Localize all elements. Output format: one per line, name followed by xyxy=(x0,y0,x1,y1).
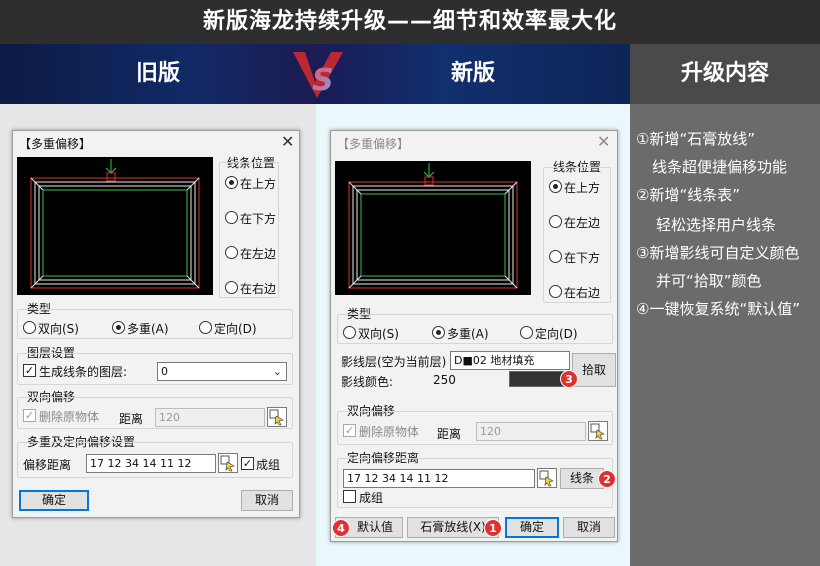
upgrade-item-2-detail: 轻松选择用户线条 xyxy=(656,216,777,234)
radio-type-directional[interactable] xyxy=(199,321,212,334)
position-right-label: 在右边 xyxy=(240,282,277,296)
group-label: 成组 xyxy=(359,491,384,505)
restore-default-label: 默认值 xyxy=(356,520,393,534)
cancel-button[interactable]: 取消 xyxy=(241,490,293,511)
type-bidirectional-label: 双向(S) xyxy=(38,322,79,336)
pick-color-button[interactable]: 拾取 xyxy=(572,353,616,387)
position-top-label: 在上方 xyxy=(564,181,601,195)
distance-label: 距离 xyxy=(437,427,462,441)
generate-layer-checkbox[interactable]: ✓ xyxy=(23,364,36,377)
radio-position-top[interactable] xyxy=(225,176,238,189)
upgrade-item-3-detail: 并可“拾取”颜色 xyxy=(656,272,762,290)
delete-original-checkbox[interactable]: ✓ xyxy=(23,409,36,422)
chevron-down-icon: ⌄ xyxy=(272,365,282,378)
group-checkbox[interactable]: ✓ xyxy=(241,457,254,470)
close-icon[interactable]: ✕ xyxy=(281,132,294,151)
distance-label: 距离 xyxy=(119,412,144,426)
position-top-label: 在上方 xyxy=(240,177,277,191)
group-label: 成组 xyxy=(256,458,281,472)
group-checkbox[interactable] xyxy=(343,490,356,503)
offset-distance-input[interactable]: 17 12 34 14 11 12 xyxy=(343,469,535,488)
badge-2: 2 xyxy=(598,470,616,488)
upgrade-content-header: 升级内容 xyxy=(630,44,820,104)
pick-cursor-icon xyxy=(590,423,605,440)
ok-button[interactable]: 确定 xyxy=(505,517,559,538)
pick-cursor-icon xyxy=(220,455,235,472)
generate-layer-label: 生成线条的图层: xyxy=(39,365,128,379)
close-icon[interactable]: ✕ xyxy=(597,132,610,151)
badge-3: 3 xyxy=(560,370,578,388)
delete-original-checkbox[interactable]: ✓ xyxy=(343,424,356,437)
upgrade-list: ①新增“石膏放线” 线条超便捷偏移功能 ②新增“线条表” 轻松选择用户线条 ③新… xyxy=(630,104,820,566)
hatch-layer-label: 影线层(空为当前层) xyxy=(341,355,447,369)
pick-cursor-icon xyxy=(539,470,554,487)
position-right-label: 在右边 xyxy=(564,286,601,300)
upgrade-item-1-detail: 线条超便捷偏移功能 xyxy=(652,158,788,176)
radio-type-bidirectional[interactable] xyxy=(23,321,36,334)
radio-type-directional[interactable] xyxy=(520,326,533,339)
radio-position-left[interactable] xyxy=(549,215,562,228)
old-version-header: 旧版 xyxy=(0,44,316,104)
badge-4: 4 xyxy=(332,519,350,537)
hatch-color-label: 影线颜色: xyxy=(341,375,394,389)
type-multiple-label: 多重(A) xyxy=(127,322,169,336)
badge-1: 1 xyxy=(484,519,502,537)
radio-position-top[interactable] xyxy=(549,180,562,193)
layer-select-value: 0 xyxy=(161,365,168,378)
radio-position-right[interactable] xyxy=(225,281,238,294)
dialog-title: 【多重偏移】 xyxy=(337,137,410,151)
page-title: 新版海龙持续升级——细节和效率最大化 xyxy=(0,0,820,44)
upgrade-item-3: ③新增影线可自定义颜色 xyxy=(636,244,800,262)
cancel-button[interactable]: 取消 xyxy=(563,517,615,538)
upgrade-item-4: ④一键恢复系统“默认值” xyxy=(636,300,800,318)
type-directional-label: 定向(D) xyxy=(535,327,578,341)
distance-input[interactable]: 120 xyxy=(476,422,586,441)
position-left-label: 在左边 xyxy=(564,216,601,230)
radio-position-left[interactable] xyxy=(225,246,238,259)
delete-original-label: 删除原物体 xyxy=(39,410,100,424)
type-directional-label: 定向(D) xyxy=(214,322,257,336)
upgrade-item-2: ②新增“线条表” xyxy=(636,186,740,204)
offset-distance-input[interactable]: 17 12 34 14 11 12 xyxy=(86,454,216,473)
position-bottom-label: 在下方 xyxy=(564,251,601,265)
offset-preview xyxy=(335,161,531,295)
radio-position-bottom[interactable] xyxy=(225,211,238,224)
new-version-header: 新版 xyxy=(316,44,630,104)
pick-distance-button[interactable] xyxy=(588,421,608,441)
svg-text:S: S xyxy=(312,63,334,98)
position-left-label: 在左边 xyxy=(240,247,277,261)
hatch-layer-input[interactable]: D■02 地材填充 xyxy=(450,351,570,370)
upgrade-item-1: ①新增“石膏放线” xyxy=(636,130,755,148)
pick-distance-button[interactable] xyxy=(267,407,287,427)
type-bidirectional-label: 双向(S) xyxy=(358,327,399,341)
pick-offset-button[interactable] xyxy=(537,468,557,488)
dialog-title: 【多重偏移】 xyxy=(19,137,92,151)
layer-select[interactable]: 0 ⌄ xyxy=(157,362,287,381)
pick-offset-button[interactable] xyxy=(218,453,238,473)
radio-type-multiple[interactable] xyxy=(432,326,445,339)
pick-cursor-icon xyxy=(269,409,284,426)
radio-position-right[interactable] xyxy=(549,285,562,298)
delete-original-label: 删除原物体 xyxy=(359,425,420,439)
position-bottom-label: 在下方 xyxy=(240,212,277,226)
ok-button[interactable]: 确定 xyxy=(19,490,89,511)
new-multi-offset-dialog: 【多重偏移】 ✕ 线条位置 在上方 在左边 在下方 在右边 类型 双向(S) 多… xyxy=(330,130,618,542)
radio-type-bidirectional[interactable] xyxy=(343,326,356,339)
type-multiple-label: 多重(A) xyxy=(447,327,489,341)
radio-position-bottom[interactable] xyxy=(549,250,562,263)
hatch-color-value: 250 xyxy=(433,373,456,387)
offset-preview xyxy=(17,157,213,295)
vs-logo: S xyxy=(293,52,343,98)
distance-input[interactable]: 120 xyxy=(155,408,265,427)
radio-type-multiple[interactable] xyxy=(112,321,125,334)
offset-distance-label: 偏移距离 xyxy=(23,458,72,472)
old-multi-offset-dialog: 【多重偏移】 ✕ 线条位置 在上方 在下方 在左边 在右边 类型 双向(S) 多… xyxy=(12,130,300,518)
